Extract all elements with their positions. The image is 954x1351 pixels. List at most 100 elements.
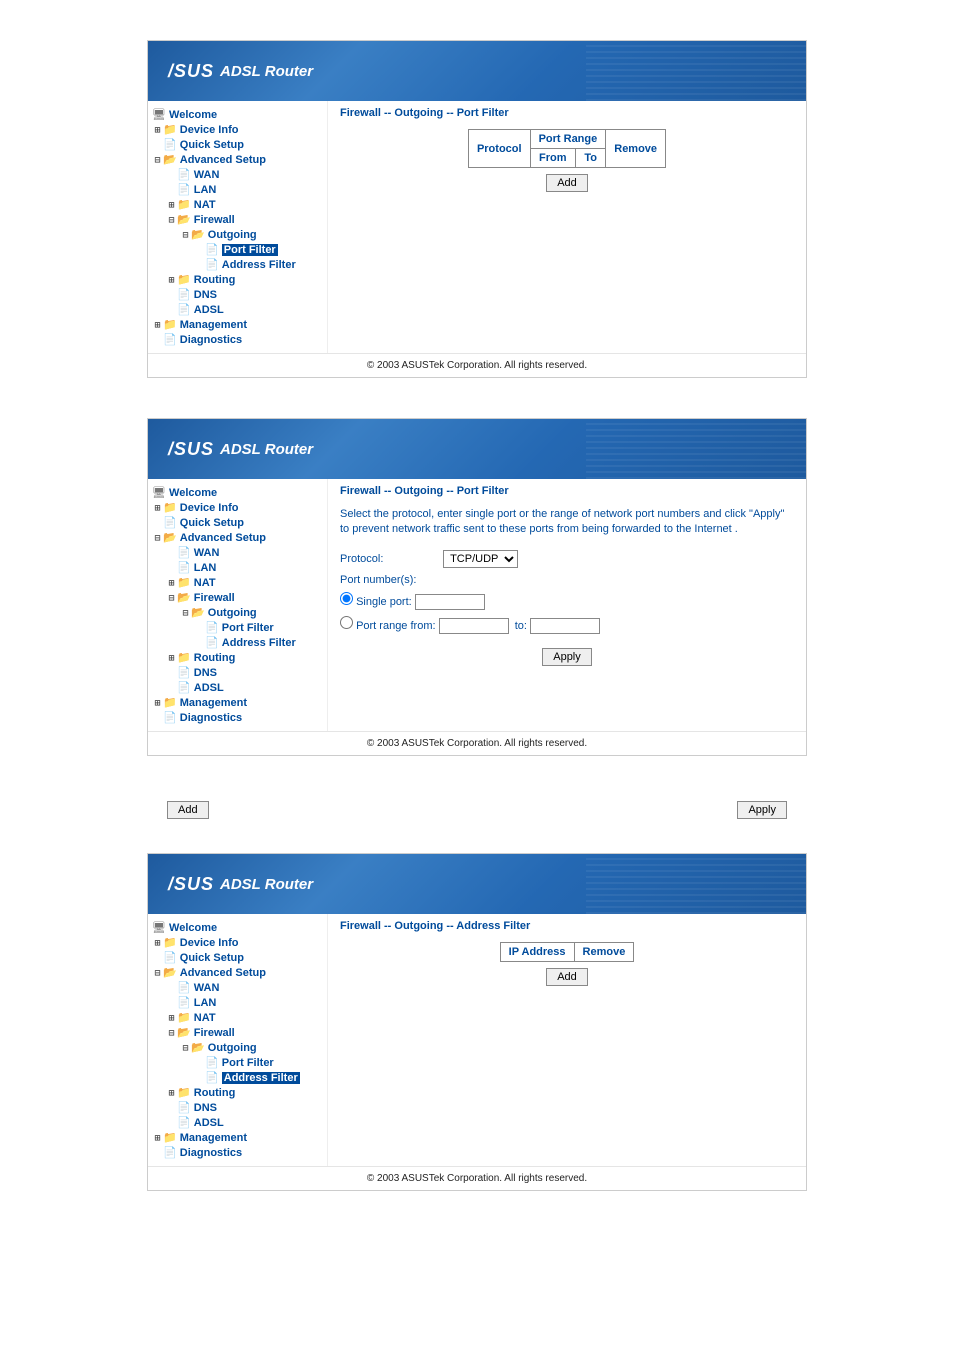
sidebar-item-port-filter[interactable]: 📄 Port Filter: [152, 620, 323, 635]
sidebar-item-adsl[interactable]: 📄 ADSL: [152, 680, 323, 695]
expand-icon[interactable]: ⊞: [166, 653, 177, 664]
page-icon: 📄: [177, 289, 191, 301]
sidebar-item-diagnostics[interactable]: 📄 Diagnostics: [152, 710, 323, 725]
apply-button[interactable]: Apply: [542, 648, 592, 666]
sidebar-item-routing[interactable]: ⊞📁 Routing: [152, 272, 323, 287]
page-icon: 📄: [205, 244, 219, 256]
sidebar-item-welcome[interactable]: 🖥 Welcome: [152, 485, 323, 500]
sidebar-item-lan[interactable]: 📄 LAN: [152, 995, 323, 1010]
sidebar-item-port-filter[interactable]: 📄 Port Filter: [152, 1055, 323, 1070]
sidebar-item-port-filter[interactable]: 📄 Port Filter: [152, 242, 323, 257]
sidebar-item-routing[interactable]: ⊞📁 Routing: [152, 650, 323, 665]
sidebar-item-dns[interactable]: 📄 DNS: [152, 665, 323, 680]
single-port-radio[interactable]: [340, 592, 353, 605]
sidebar-item-diagnostics[interactable]: 📄 Diagnostics: [152, 332, 323, 347]
folder-open-icon: 📂: [191, 1042, 205, 1054]
sidebar-item-address-filter[interactable]: 📄 Address Filter: [152, 635, 323, 650]
brand-product: ADSL Router: [220, 63, 313, 80]
sidebar-item-adsl[interactable]: 📄 ADSL: [152, 1115, 323, 1130]
sidebar-item-firewall[interactable]: ⊟📂 Firewall: [152, 212, 323, 227]
expand-icon[interactable]: ⊞: [166, 200, 177, 211]
add-button[interactable]: Add: [546, 174, 588, 192]
banner-deco: [586, 419, 806, 479]
sidebar-item-nat[interactable]: ⊞📁 NAT: [152, 575, 323, 590]
expand-icon[interactable]: ⊞: [152, 320, 163, 331]
folder-open-icon: 📂: [163, 154, 177, 166]
sidebar-item-outgoing[interactable]: ⊟📂 Outgoing: [152, 227, 323, 242]
sidebar-item-quick-setup[interactable]: 📄 Quick Setup: [152, 137, 323, 152]
collapse-icon[interactable]: ⊟: [180, 608, 191, 619]
expand-icon[interactable]: ⊞: [166, 578, 177, 589]
sidebar-item-device-info[interactable]: ⊞📁 Device Info: [152, 500, 323, 515]
inline-add-button[interactable]: Add: [167, 801, 209, 819]
collapse-icon[interactable]: ⊟: [152, 533, 163, 544]
brand-mark: /SUS: [168, 874, 214, 895]
collapse-icon[interactable]: ⊟: [180, 1043, 191, 1054]
sidebar-item-wan[interactable]: 📄 WAN: [152, 545, 323, 560]
sidebar-item-dns[interactable]: 📄 DNS: [152, 1100, 323, 1115]
sidebar-item-management[interactable]: ⊞📁 Management: [152, 317, 323, 332]
page-icon: 📄: [205, 637, 219, 649]
collapse-icon[interactable]: ⊟: [166, 1028, 177, 1039]
copyright: © 2003 ASUSTek Corporation. All rights r…: [148, 731, 806, 755]
inline-apply-button[interactable]: Apply: [737, 801, 787, 819]
expand-icon[interactable]: ⊞: [152, 1133, 163, 1144]
folder-open-icon: 📂: [177, 1027, 191, 1039]
single-port-input[interactable]: [415, 594, 485, 610]
collapse-icon[interactable]: ⊟: [152, 155, 163, 166]
expand-icon[interactable]: ⊞: [152, 125, 163, 136]
sidebar-item-outgoing[interactable]: ⊟📂 Outgoing: [152, 1040, 323, 1055]
sidebar-item-lan[interactable]: 📄 LAN: [152, 560, 323, 575]
breadcrumb: Firewall -- Outgoing -- Port Filter: [340, 485, 794, 497]
sidebar-item-diagnostics[interactable]: 📄 Diagnostics: [152, 1145, 323, 1160]
port-range-from-input[interactable]: [439, 618, 509, 634]
brand-mark: /SUS: [168, 61, 214, 82]
collapse-icon[interactable]: ⊟: [166, 593, 177, 604]
expand-icon[interactable]: ⊞: [152, 938, 163, 949]
add-button[interactable]: Add: [546, 968, 588, 986]
page-icon: 📄: [163, 952, 177, 964]
sidebar-item-advanced-setup[interactable]: ⊟📂 Advanced Setup: [152, 152, 323, 167]
sidebar-item-welcome[interactable]: 🖥 Welcome: [152, 107, 323, 122]
sidebar-item-advanced-setup[interactable]: ⊟📂 Advanced Setup: [152, 530, 323, 545]
expand-icon[interactable]: ⊞: [152, 503, 163, 514]
banner-deco: [586, 854, 806, 914]
sidebar-item-quick-setup[interactable]: 📄 Quick Setup: [152, 950, 323, 965]
sidebar-item-adsl[interactable]: 📄 ADSL: [152, 302, 323, 317]
sidebar-item-wan[interactable]: 📄 WAN: [152, 980, 323, 995]
sidebar-item-nat[interactable]: ⊞📁 NAT: [152, 197, 323, 212]
collapse-icon[interactable]: ⊟: [152, 968, 163, 979]
sidebar-item-outgoing[interactable]: ⊟📂 Outgoing: [152, 605, 323, 620]
sidebar-item-address-filter[interactable]: 📄 Address Filter: [152, 1070, 323, 1085]
sidebar-item-quick-setup[interactable]: 📄 Quick Setup: [152, 515, 323, 530]
expand-icon[interactable]: ⊞: [166, 1088, 177, 1099]
collapse-icon[interactable]: ⊟: [180, 230, 191, 241]
th-from: From: [530, 149, 575, 168]
sidebar-item-nat[interactable]: ⊞📁 NAT: [152, 1010, 323, 1025]
sidebar-item-routing[interactable]: ⊞📁 Routing: [152, 1085, 323, 1100]
collapse-icon[interactable]: ⊟: [166, 215, 177, 226]
expand-icon[interactable]: ⊞: [166, 1013, 177, 1024]
brand-product: ADSL Router: [220, 441, 313, 458]
sidebar-item-advanced-setup[interactable]: ⊟📂 Advanced Setup: [152, 965, 323, 980]
sidebar-item-management[interactable]: ⊞📁 Management: [152, 695, 323, 710]
sidebar-item-firewall[interactable]: ⊟📂 Firewall: [152, 1025, 323, 1040]
sidebar-item-lan[interactable]: 📄 LAN: [152, 182, 323, 197]
sidebar-item-device-info[interactable]: ⊞📁 Device Info: [152, 935, 323, 950]
folder-icon: 📁: [163, 502, 177, 514]
port-range-radio[interactable]: [340, 616, 353, 629]
sidebar-item-wan[interactable]: 📄 WAN: [152, 167, 323, 182]
sidebar-item-firewall[interactable]: ⊟📂 Firewall: [152, 590, 323, 605]
sidebar-item-address-filter[interactable]: 📄 Address Filter: [152, 257, 323, 272]
port-range-to-input[interactable]: [530, 618, 600, 634]
folder-icon: 📁: [177, 199, 191, 211]
protocol-select[interactable]: TCP/UDP: [443, 550, 518, 568]
sidebar-item-device-info[interactable]: ⊞📁 Device Info: [152, 122, 323, 137]
sidebar-item-welcome[interactable]: 🖥 Welcome: [152, 920, 323, 935]
expand-icon[interactable]: ⊞: [152, 698, 163, 709]
page-icon: 📄: [205, 622, 219, 634]
sidebar-item-dns[interactable]: 📄 DNS: [152, 287, 323, 302]
expand-icon[interactable]: ⊞: [166, 275, 177, 286]
sidebar-item-management[interactable]: ⊞📁 Management: [152, 1130, 323, 1145]
th-remove: Remove: [574, 943, 634, 962]
